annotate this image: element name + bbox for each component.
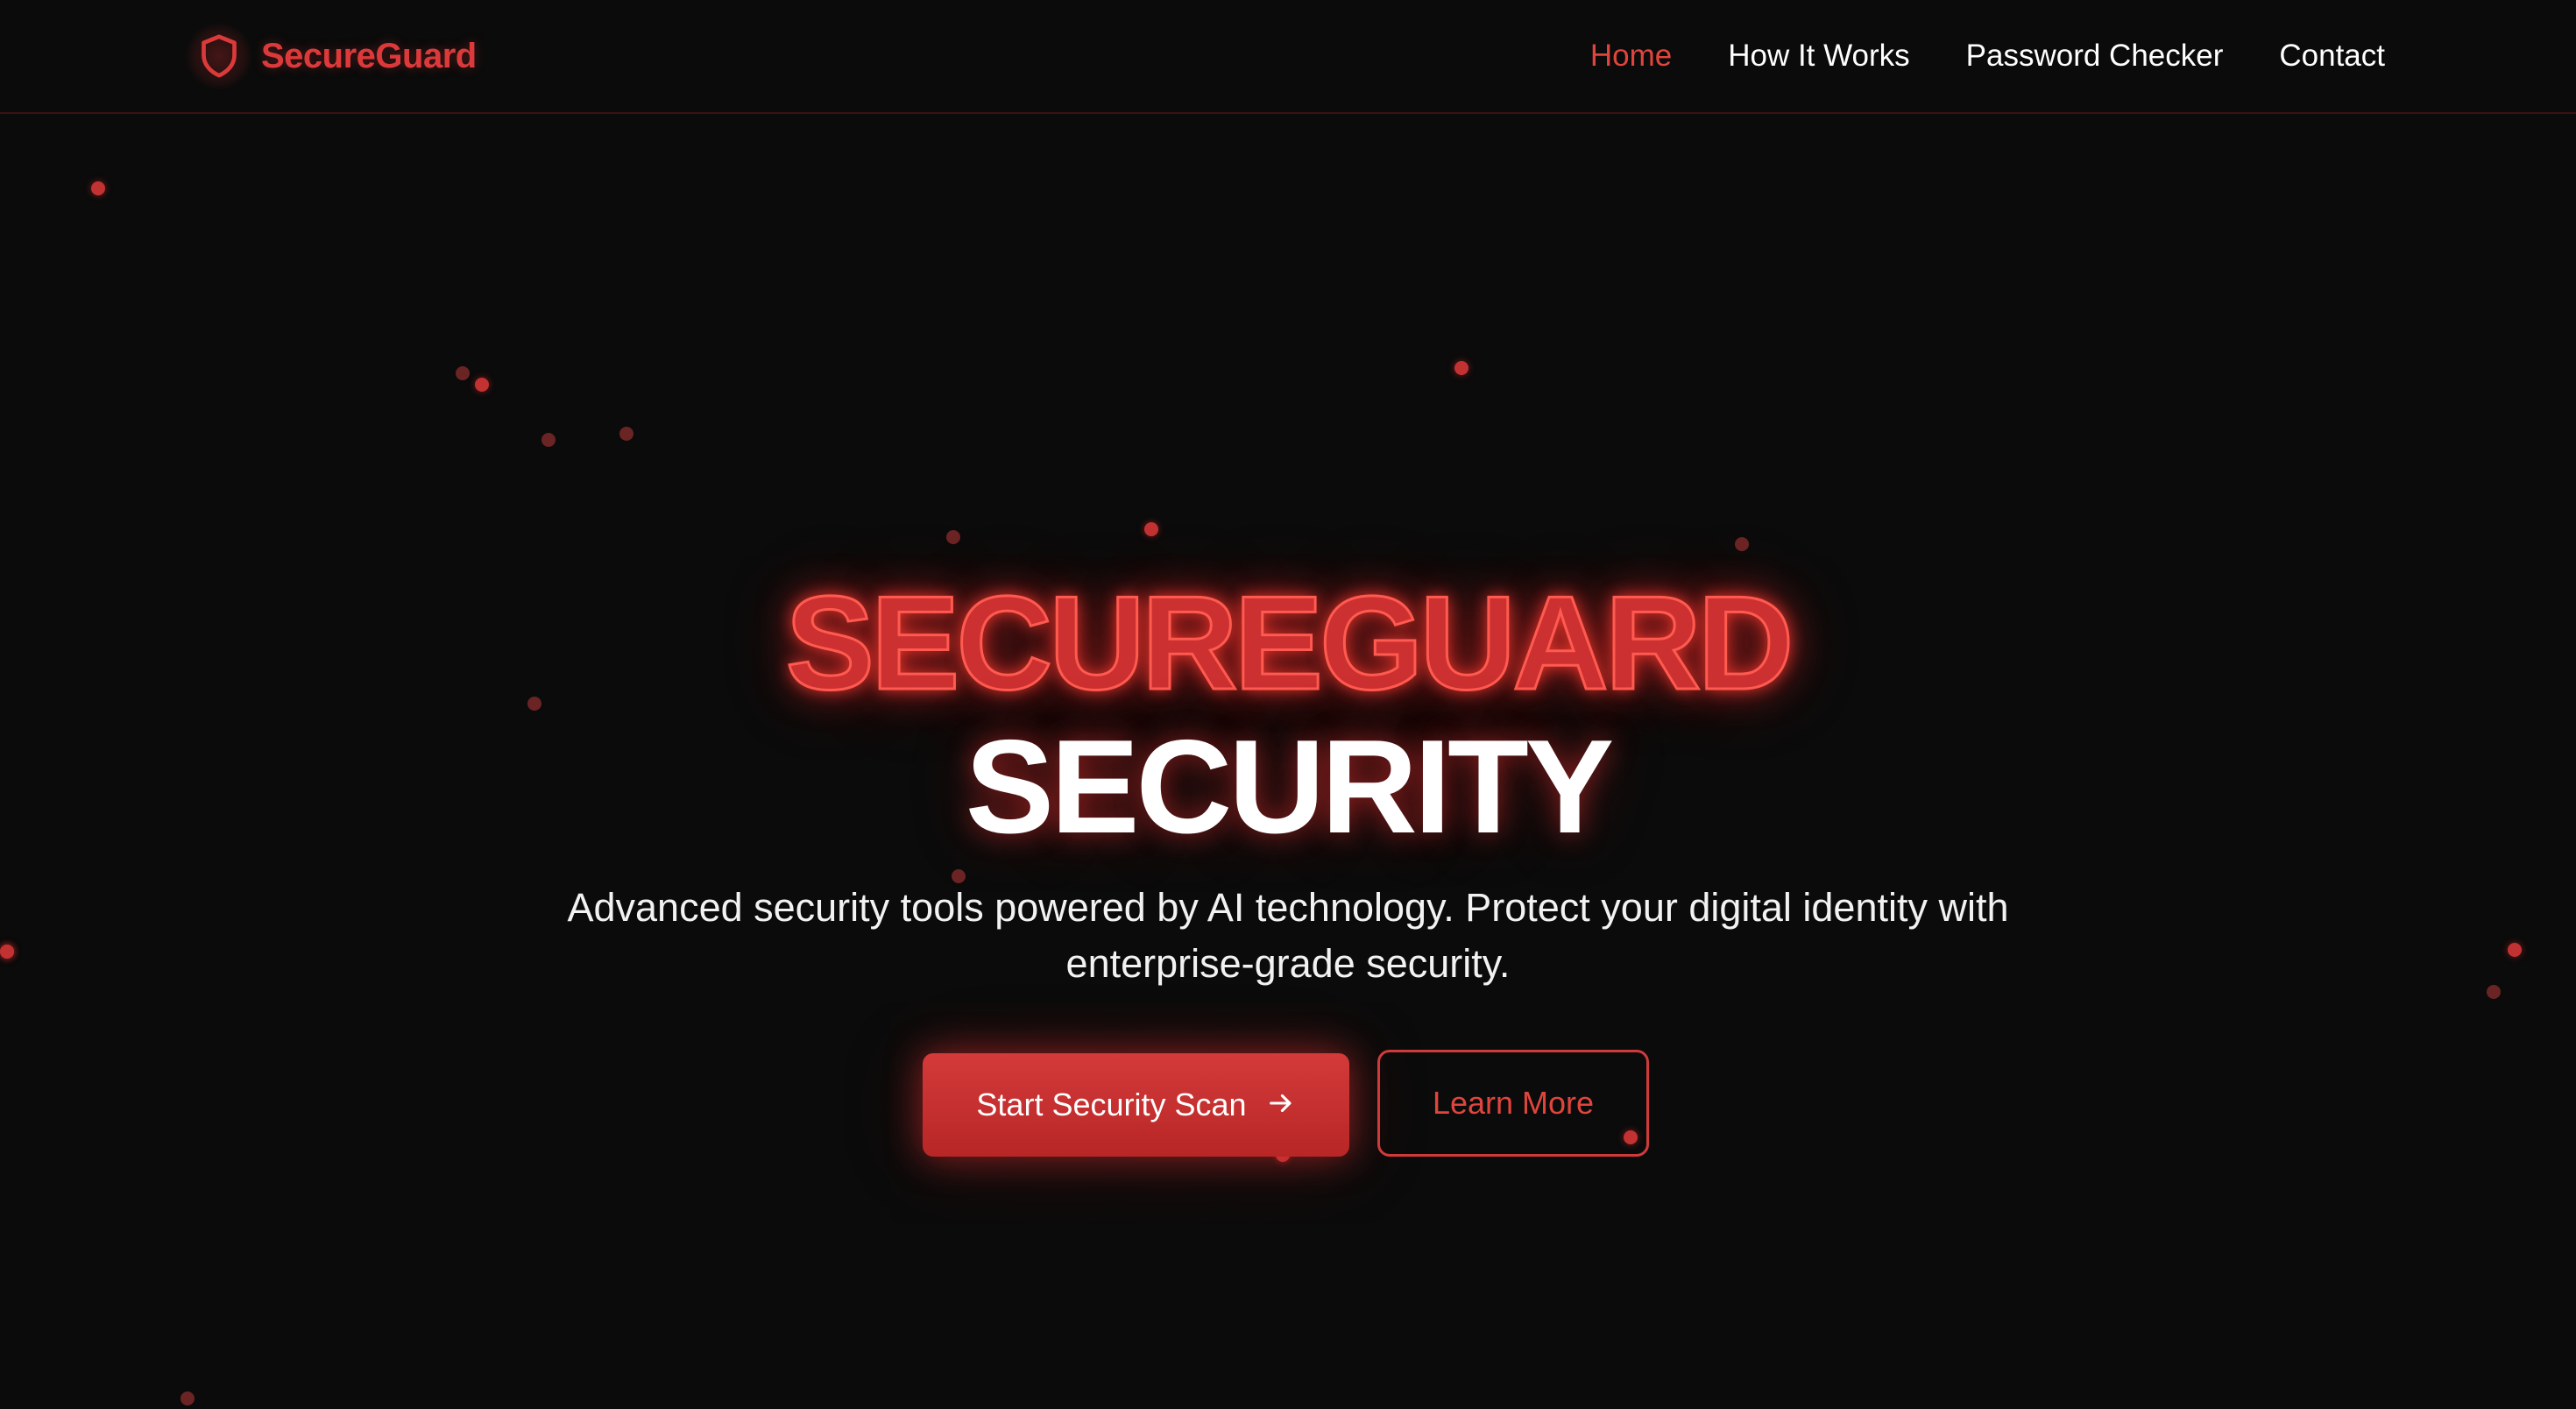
brand-name: SecureGuard (261, 36, 477, 75)
start-security-scan-label: Start Security Scan (976, 1087, 1247, 1122)
nav-contact-link[interactable]: Contact (2279, 39, 2385, 74)
nav-how-it-works-link[interactable]: How It Works (1728, 39, 1909, 74)
hero-section: SECUREGUARD SECURITY Advanced security t… (0, 112, 2576, 1409)
hero-title-security: SECURITY (965, 712, 1615, 861)
nav-home-link[interactable]: Home (1590, 39, 1672, 74)
learn-more-button[interactable]: Learn More (1377, 1050, 1649, 1157)
arrow-right-icon (1266, 1088, 1296, 1122)
hero-actions: Start Security Scan Learn More (0, 1050, 2576, 1160)
hero-subtitle: Advanced security tools powered by AI te… (567, 885, 2009, 986)
navbar: SecureGuard Home How It Works Password C… (0, 0, 2576, 114)
learn-more-label: Learn More (1432, 1085, 1595, 1121)
main-nav: Home How It Works Password Checker Conta… (1590, 0, 2385, 112)
nav-password-checker-link[interactable]: Password Checker (1966, 39, 2224, 74)
start-security-scan-button[interactable]: Start Security Scan (923, 1053, 1349, 1157)
hero-title-brand: SECUREGUARD (784, 569, 1795, 718)
brand-logo-link[interactable]: SecureGuard (186, 23, 477, 89)
shield-icon (186, 23, 252, 89)
